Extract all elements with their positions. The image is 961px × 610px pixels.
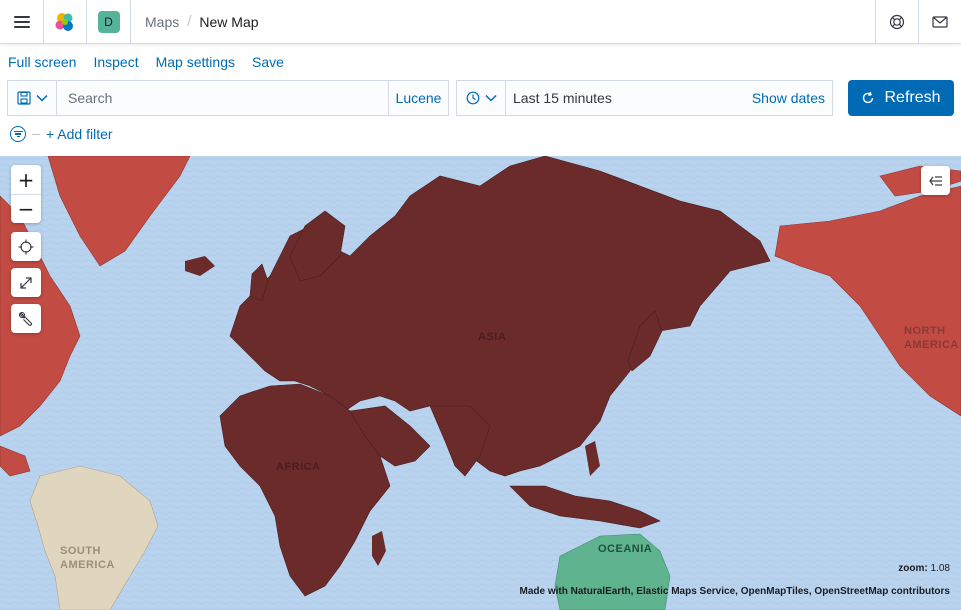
menu-icon [13,13,30,31]
africa-label: AFRICA [276,461,321,473]
zoom-out-button[interactable]: − [11,194,41,223]
zoom-value: 1.08 [930,563,950,574]
breadcrumb-separator: / [187,13,192,30]
global-header: D Maps / New Map [0,0,961,44]
top-nav-menu: Full screen Inspect Map settings Save [8,54,284,70]
breadcrumb-maps[interactable]: Maps [145,14,179,30]
space-selector[interactable]: D [87,0,131,44]
save-link[interactable]: Save [252,54,284,70]
south-america-label: SOUTH AMERICA [60,545,115,571]
refresh-label: Refresh [884,89,941,106]
space-avatar: D [97,10,120,33]
show-dates-link[interactable]: Show dates [752,90,832,106]
quick-select-button[interactable] [457,81,506,115]
filter-bar: + Add filter [10,126,113,142]
filter-divider [32,133,40,135]
map-canvas[interactable]: ASIA AFRICA NORTH AMERICA SOUTH AMERICA … [0,156,961,610]
save-icon [16,91,31,105]
zoom-label: zoom: [898,563,928,574]
map-settings-link[interactable]: Map settings [156,54,235,70]
expand-icon [20,276,32,289]
breadcrumb-current: New Map [199,13,259,30]
refresh-icon [863,91,874,104]
collapse-left-icon [928,175,942,186]
saved-query-button[interactable] [8,81,57,115]
tools-button[interactable] [11,304,41,333]
asia-label: ASIA [478,331,507,343]
oceania-label: OCEANIA [598,543,653,555]
help-button[interactable] [875,0,918,44]
chevron-down-icon [484,94,497,102]
north-america-label: NORTH AMERICA [904,325,959,351]
zoom-controls: + − [11,165,41,223]
legend-toggle-button[interactable] [921,166,950,195]
zoom-in-button[interactable]: + [11,165,41,194]
set-view-button[interactable] [11,232,41,261]
query-language-button[interactable]: Lucene [388,81,448,115]
clock-icon [466,91,479,105]
add-filter-button[interactable]: + Add filter [46,126,113,142]
wrench-icon [18,311,32,326]
mail-icon [932,15,948,28]
chevron-down-icon [35,94,48,102]
newsfeed-button[interactable] [918,0,961,44]
full-screen-link[interactable]: Full screen [8,54,76,70]
elastic-logo [55,12,73,31]
menu-button[interactable] [0,0,44,44]
map-attribution[interactable]: Made with NaturalEarth, Elastic Maps Ser… [520,586,950,597]
minus-icon: − [17,197,35,221]
fit-to-data-button[interactable] [11,268,41,297]
refresh-button[interactable]: Refresh [848,80,954,116]
help-icon [889,14,905,29]
crosshair-icon [18,239,34,254]
world-map [0,156,961,610]
zoom-readout: zoom: 1.08 [898,563,950,574]
inspect-link[interactable]: Inspect [93,54,138,70]
home-link[interactable] [44,0,87,44]
search-input[interactable] [57,81,388,115]
plus-icon: + [17,167,35,192]
breadcrumb: Maps / New Map [131,13,875,30]
date-range-text[interactable]: Last 15 minutes [506,90,752,106]
query-bar: Lucene [7,80,449,116]
filter-options-icon[interactable] [10,126,26,142]
date-picker: Last 15 minutes Show dates [456,80,833,116]
